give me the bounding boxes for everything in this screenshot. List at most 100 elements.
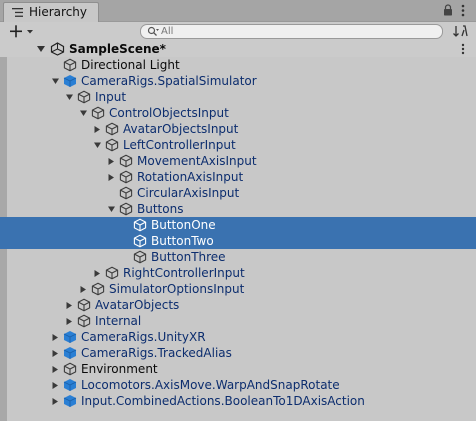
expand-arrow-icon[interactable]	[37, 46, 45, 53]
gameobject-icon	[119, 186, 133, 200]
tree-item-label: MovementAxisInput	[137, 154, 257, 168]
tree-row[interactable]: CameraRigs.TrackedAlias	[0, 345, 476, 361]
tree-row[interactable]: ButtonTwo	[0, 233, 476, 249]
unity-scene-icon	[50, 42, 65, 56]
tree-item-label: ButtonOne	[151, 218, 216, 232]
tab-label: Hierarchy	[29, 5, 88, 19]
gameobject-icon	[133, 250, 147, 264]
prefab-icon	[63, 347, 77, 359]
tab-hierarchy[interactable]: Hierarchy	[3, 2, 99, 22]
kebab-menu-icon[interactable]	[461, 4, 465, 17]
lock-icon[interactable]	[443, 4, 453, 16]
gameobject-icon	[133, 234, 147, 248]
collapse-arrow-icon[interactable]	[66, 318, 73, 325]
prefab-icon	[63, 331, 77, 343]
search-input[interactable]	[161, 25, 431, 38]
tree-item-label: ControlObjectsInput	[109, 106, 229, 120]
tree-item-label: ButtonThree	[151, 250, 226, 264]
sort-icon[interactable]	[451, 23, 471, 40]
tree-item-label: RightControllerInput	[123, 266, 245, 280]
tree-row[interactable]: CameraRigs.SpatialSimulator	[0, 73, 476, 89]
collapse-arrow-icon[interactable]	[108, 174, 115, 181]
gameobject-icon	[91, 282, 105, 296]
gameobject-icon	[77, 314, 91, 328]
gameobject-icon	[105, 122, 119, 136]
expand-arrow-icon[interactable]	[52, 78, 59, 85]
expand-arrow-icon[interactable]	[94, 142, 101, 149]
prefab-icon	[63, 75, 77, 87]
expand-arrow-icon[interactable]	[108, 206, 115, 213]
scene-row[interactable]: SampleScene*	[0, 41, 476, 57]
tree-item-label: Locomotors.AxisMove.WarpAndSnapRotate	[81, 378, 340, 392]
tree-item-label: Input	[95, 90, 127, 104]
tree-row[interactable]: ButtonOne	[0, 217, 476, 233]
tree-row[interactable]: AvatarObjectsInput	[0, 121, 476, 137]
gameobject-icon	[63, 58, 77, 72]
gameobject-icon	[119, 170, 133, 184]
collapse-arrow-icon[interactable]	[94, 126, 101, 133]
collapse-arrow-icon[interactable]	[94, 270, 101, 277]
add-object-button[interactable]	[3, 23, 37, 40]
gameobject-icon	[105, 138, 119, 152]
scene-name: SampleScene*	[69, 42, 166, 56]
collapse-arrow-icon[interactable]	[52, 382, 59, 389]
prefab-icon	[63, 379, 77, 391]
tree-item-label: Directional Light	[81, 58, 180, 72]
collapse-arrow-icon[interactable]	[80, 286, 87, 293]
collapse-arrow-icon[interactable]	[52, 366, 59, 373]
tree-item-label: Internal	[95, 314, 142, 328]
tab-bar: Hierarchy	[0, 0, 476, 22]
tree-item-label: ButtonTwo	[151, 234, 214, 248]
tree-row[interactable]: LeftControllerInput	[0, 137, 476, 153]
search-field[interactable]	[140, 24, 443, 39]
tree-row[interactable]: ControlObjectsInput	[0, 105, 476, 121]
expand-arrow-icon[interactable]	[80, 110, 87, 117]
tree-item-label: CameraRigs.UnityXR	[81, 330, 206, 344]
tree-item-label: RotationAxisInput	[137, 170, 244, 184]
toolbar	[0, 22, 476, 43]
tree-item-label: CircularAxisInput	[137, 186, 240, 200]
tree-item-label: AvatarObjectsInput	[123, 122, 239, 136]
tree-row[interactable]: RightControllerInput	[0, 265, 476, 281]
tree-row[interactable]: Internal	[0, 313, 476, 329]
tree-row[interactable]: Input.CombinedActions.BooleanTo1DAxisAct…	[0, 393, 476, 409]
search-icon	[147, 26, 159, 36]
hierarchy-tree: SampleScene* Directional Light CameraRigs…	[0, 41, 476, 421]
gameobject-icon	[77, 298, 91, 312]
collapse-arrow-icon[interactable]	[66, 302, 73, 309]
gameobject-icon	[105, 266, 119, 280]
tree-row[interactable]: SimulatorOptionsInput	[0, 281, 476, 297]
tree-item-label: Buttons	[137, 202, 184, 216]
tree-row[interactable]: CameraRigs.UnityXR	[0, 329, 476, 345]
tree-row[interactable]: MovementAxisInput	[0, 153, 476, 169]
tree-item-label: LeftControllerInput	[123, 138, 236, 152]
tree-row[interactable]: AvatarObjects	[0, 297, 476, 313]
tree-row[interactable]: CircularAxisInput	[0, 185, 476, 201]
expand-arrow-icon[interactable]	[66, 94, 73, 101]
gameobject-icon	[91, 106, 105, 120]
tree-row[interactable]: Locomotors.AxisMove.WarpAndSnapRotate	[0, 377, 476, 393]
collapse-arrow-icon[interactable]	[52, 334, 59, 341]
tree-item-label: CameraRigs.SpatialSimulator	[81, 74, 257, 88]
list-icon	[12, 8, 23, 17]
gameobject-icon	[63, 362, 77, 376]
tree-item-label: SimulatorOptionsInput	[109, 282, 245, 296]
collapse-arrow-icon[interactable]	[52, 398, 59, 405]
tree-row[interactable]: ButtonThree	[0, 249, 476, 265]
gameobject-icon	[119, 154, 133, 168]
tree-row[interactable]: Input	[0, 89, 476, 105]
collapse-arrow-icon[interactable]	[52, 350, 59, 357]
tree-item-label: CameraRigs.TrackedAlias	[81, 346, 232, 360]
tree-row[interactable]: Buttons	[0, 201, 476, 217]
tree-row[interactable]: RotationAxisInput	[0, 169, 476, 185]
scene-menu-icon[interactable]	[461, 43, 465, 55]
collapse-arrow-icon[interactable]	[108, 158, 115, 165]
tree-item-label: Input.CombinedActions.BooleanTo1DAxisAct…	[81, 394, 365, 408]
gameobject-icon	[133, 218, 147, 232]
tree-row[interactable]: Environment	[0, 361, 476, 377]
tree-item-label: Environment	[81, 362, 158, 376]
gameobject-icon	[77, 90, 91, 104]
tree-row[interactable]: Directional Light	[0, 57, 476, 73]
prefab-icon	[63, 395, 77, 407]
hierarchy-window: Hierarchy All SampleScene* Directional L…	[0, 0, 476, 421]
